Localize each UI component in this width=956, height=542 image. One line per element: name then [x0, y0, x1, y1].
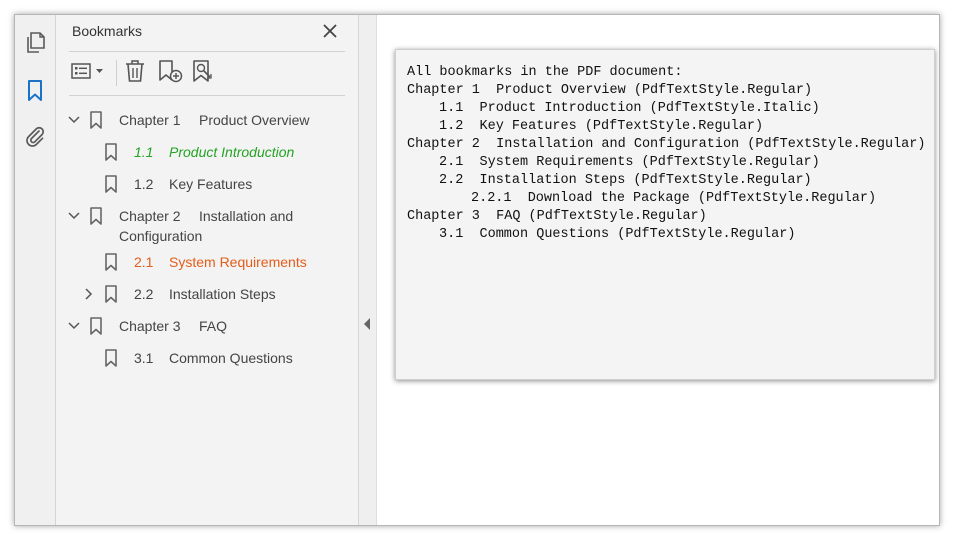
bookmark-item-1-1[interactable]: 1.1 Product Introduction — [104, 142, 294, 174]
bookmark-title: System Requirements — [169, 254, 307, 270]
bookmark-title: Installation Steps — [169, 286, 276, 302]
bookmark-number: Chapter 2 — [119, 208, 181, 224]
text-line: 2.2 Installation Steps (PdfTextStyle.Reg… — [439, 173, 812, 188]
text-line: 3.1 Common Questions (PdfTextStyle.Regul… — [439, 227, 796, 242]
bookmark-title: Product Overview — [199, 112, 310, 128]
page-text: All bookmarks in the PDF document: Chapte… — [407, 64, 925, 244]
bookmark-item-2-1[interactable]: 2.1 System Requirements — [104, 252, 307, 284]
bookmark-item-1-2[interactable]: 1.2 Key Features — [104, 174, 252, 206]
attachment-icon[interactable] — [22, 123, 48, 149]
bookmark-icon — [104, 348, 118, 368]
chevron-down-icon[interactable] — [67, 206, 81, 226]
navigation-rail — [15, 15, 56, 525]
text-line: 1.1 Product Introduction (PdfTextStyle.I… — [439, 101, 820, 116]
divider — [69, 95, 345, 96]
expand-bookmark-button[interactable] — [191, 59, 215, 87]
panel-title: Bookmarks — [72, 23, 143, 39]
bookmarks-panel: Bookmarks Chapter 1 Product Overview 1.1… — [56, 15, 359, 525]
pages-icon[interactable] — [22, 30, 48, 56]
text-line: All bookmarks in the PDF document: — [407, 65, 683, 80]
text-line: Chapter 3 FAQ (PdfTextStyle.Regular) — [407, 209, 707, 224]
chevron-right-icon[interactable] — [82, 284, 96, 304]
bookmark-item-chapter-1[interactable]: Chapter 1 Product Overview — [67, 110, 309, 142]
pdf-viewer-window: Bookmarks Chapter 1 Product Overview 1.1… — [14, 14, 940, 526]
new-bookmark-icon — [157, 59, 183, 88]
delete-bookmark-icon — [124, 59, 146, 88]
bookmark-item-chapter-2[interactable]: Chapter 2 Installation and Configuration — [67, 206, 293, 250]
bookmark-icon — [89, 316, 103, 336]
close-icon[interactable] — [320, 21, 340, 41]
text-line: Chapter 1 Product Overview (PdfTextStyle… — [407, 83, 813, 98]
delete-bookmark-button[interactable] — [123, 59, 147, 87]
bookmark-number: 1.1 — [134, 144, 154, 160]
bookmark-icon — [104, 174, 118, 194]
bookmark-number: 2.1 — [134, 254, 154, 270]
bookmark-icon — [104, 142, 118, 162]
divider — [69, 51, 345, 52]
options-menu-button[interactable] — [71, 59, 107, 87]
bookmark-title: Installation and — [199, 208, 294, 224]
pdf-page: All bookmarks in the PDF document: Chapte… — [395, 49, 935, 380]
document-view[interactable]: All bookmarks in the PDF document: Chapte… — [377, 15, 939, 525]
options-menu-icon — [71, 62, 107, 85]
bookmark-title: Product Introduction — [169, 144, 295, 160]
bookmark-item-3-1[interactable]: 3.1 Common Questions — [104, 348, 293, 380]
bookmark-item-2-2[interactable]: 2.2 Installation Steps — [82, 284, 276, 316]
bookmark-item-chapter-3[interactable]: Chapter 3 FAQ — [67, 316, 227, 348]
text-line: 1.2 Key Features (PdfTextStyle.Regular) — [439, 119, 764, 134]
bookmark-number: Chapter 1 — [119, 112, 181, 128]
bookmark-icon — [104, 252, 118, 272]
text-line: Chapter 2 Installation and Configuration… — [407, 137, 926, 152]
bookmark-icon — [104, 284, 118, 304]
bookmark-number: Chapter 3 — [119, 318, 181, 334]
bookmark-icon — [89, 110, 103, 130]
expand-bookmark-icon — [191, 59, 215, 88]
bookmark-title: Common Questions — [169, 350, 293, 366]
bookmark-number: 2.2 — [134, 286, 154, 302]
new-bookmark-button[interactable] — [157, 59, 183, 87]
chevron-down-icon[interactable] — [67, 316, 81, 336]
bookmark-number: 3.1 — [134, 350, 154, 366]
panel-splitter[interactable] — [359, 15, 377, 525]
bookmark-number: 1.2 — [134, 176, 154, 192]
bookmark-icon — [89, 206, 103, 226]
bookmark-icon[interactable] — [22, 78, 48, 104]
bookmark-title-continued: Configuration — [119, 228, 203, 244]
chevron-down-icon[interactable] — [67, 110, 81, 130]
collapse-panel-icon[interactable] — [364, 317, 371, 335]
text-line: 2.2.1 Download the Package (PdfTextStyle… — [471, 191, 877, 206]
text-line: 2.1 System Requirements (PdfTextStyle.Re… — [439, 155, 820, 170]
bookmark-title: Key Features — [169, 176, 253, 192]
toolbar-divider — [116, 60, 117, 86]
bookmark-title: FAQ — [199, 318, 228, 334]
